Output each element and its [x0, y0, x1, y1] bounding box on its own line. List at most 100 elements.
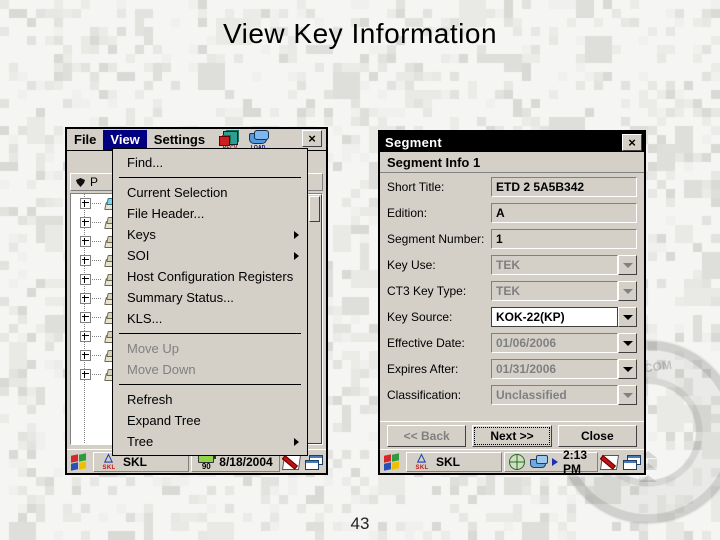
field-effective-date: Effective Date: 01/06/2006	[387, 333, 637, 353]
expander-icon[interactable]	[80, 217, 91, 228]
menu-item-keys-label: Keys	[127, 227, 156, 242]
menu-separator	[119, 177, 301, 178]
page-title: View Key Information	[222, 18, 498, 49]
globe-icon	[509, 453, 525, 470]
menu-item-file-header[interactable]: File Header...	[113, 203, 307, 224]
field-key-use: Key Use: TEK	[387, 255, 637, 275]
menu-item-expand-tree[interactable]: Expand Tree	[113, 410, 307, 431]
segment-titlebar: Segment ×	[380, 132, 644, 152]
menu-item-move-down: Move Down	[127, 362, 196, 377]
close-button[interactable]: Close	[557, 424, 637, 447]
chevron-right-icon	[294, 437, 299, 446]
next-button[interactable]: Next >>	[472, 424, 552, 447]
view-dropdown-menu[interactable]: Find... Current Selection File Header...…	[112, 148, 308, 456]
menu-item-keys[interactable]: Keys	[113, 224, 307, 245]
menu-view[interactable]: View	[103, 129, 147, 150]
menu-item-soi-label: SOI	[127, 248, 150, 263]
taskbar-app-skl[interactable]: △ SKL SKL	[406, 451, 502, 472]
close-icon[interactable]: ×	[622, 133, 642, 151]
scrollbar-thumb[interactable]	[309, 196, 320, 222]
taskbar-time: 2:13 PM	[563, 447, 588, 476]
taskbar-app-label: SKL	[123, 454, 147, 469]
taskbar-app-label: SKL	[436, 454, 460, 469]
menu-item-refresh[interactable]: Refresh	[113, 389, 307, 410]
toolbar-icon-group: RECV LOAD	[218, 129, 270, 151]
field-key-source: Key Source: KOK-22(KP)	[387, 307, 637, 327]
expander-icon[interactable]	[80, 293, 91, 304]
menu-item-soi[interactable]: SOI	[113, 245, 307, 266]
chevron-right-icon	[294, 230, 299, 239]
menu-file[interactable]: File	[67, 130, 103, 150]
edition-input[interactable]: A	[491, 203, 637, 223]
page-number: 43	[350, 514, 370, 533]
menu-item-find[interactable]: Find...	[113, 152, 307, 173]
slide-root: DX.COM View Key Information 43 File View…	[0, 0, 720, 540]
field-segment-number: Segment Number: 1	[387, 229, 637, 249]
key-source-select-value[interactable]: KOK-22(KP)	[491, 307, 618, 327]
menu-settings[interactable]: Settings	[147, 130, 212, 150]
expander-icon[interactable]	[80, 350, 91, 361]
expander-icon[interactable]	[80, 331, 91, 342]
start-button[interactable]	[69, 452, 91, 472]
chevron-down-icon	[618, 255, 637, 275]
chevron-down-icon[interactable]	[618, 307, 637, 327]
taskbar-date: 8/18/2004	[219, 454, 273, 469]
effective-date-value: 01/06/2006	[491, 333, 618, 353]
field-ct3-key-type: CT3 Key Type: TEK	[387, 281, 637, 301]
menu-item-kls[interactable]: KLS...	[113, 308, 307, 329]
window-switch-icon[interactable]	[622, 453, 642, 471]
expander-icon[interactable]	[80, 312, 91, 323]
menu-separator	[119, 384, 301, 385]
menu-item-tree-label: Tree	[127, 434, 154, 449]
field-label: Expires After:	[387, 362, 459, 376]
bat-glyph-icon	[75, 177, 86, 188]
menu-item-move-up: Move Up	[127, 341, 180, 356]
short-title-input[interactable]: ETD 2 5A5B342	[491, 177, 637, 197]
expander-icon[interactable]	[80, 198, 91, 209]
segment-button-row: << Back Next >> Close	[380, 421, 644, 449]
expander-icon[interactable]	[80, 274, 91, 285]
right-system-tray[interactable]: 2:13 PM	[504, 448, 598, 476]
stylus-icon[interactable]	[599, 453, 620, 471]
right-taskbar: △ SKL SKL 2:13 PM	[380, 448, 644, 476]
start-button[interactable]	[382, 452, 404, 472]
vertical-scrollbar[interactable]	[307, 194, 322, 444]
chevron-down-icon	[618, 281, 637, 301]
field-edition: Edition: A	[387, 203, 637, 223]
menu-item-current-selection[interactable]: Current Selection	[113, 182, 307, 203]
expander-icon[interactable]	[80, 369, 91, 380]
menu-item-host-configuration-registers[interactable]: Host Configuration Registers	[113, 266, 307, 287]
field-label: Key Use:	[387, 258, 436, 272]
expander-icon[interactable]	[80, 255, 91, 266]
field-label: CT3 Key Type:	[387, 284, 467, 298]
chevron-right-icon	[294, 251, 299, 260]
field-label: Effective Date:	[387, 336, 465, 350]
segment-form: Short Title: ETD 2 5A5B342 Edition: A Se…	[380, 173, 644, 449]
key-use-select-value: TEK	[491, 255, 618, 275]
segment-dialog: Segment × Segment Info 1 Short Title: ET…	[378, 130, 646, 476]
ct3-key-type-select-value: TEK	[491, 281, 618, 301]
field-label: Short Title:	[387, 180, 445, 194]
expander-icon[interactable]	[80, 236, 91, 247]
menu-item-summary-status[interactable]: Summary Status...	[113, 287, 307, 308]
segment-title: Segment	[385, 134, 443, 150]
classification-value: Unclassified	[491, 385, 618, 405]
chevron-down-icon	[618, 333, 637, 353]
field-label: Classification:	[387, 388, 462, 402]
network-icon	[530, 455, 548, 468]
load-icon[interactable]: LOAD	[246, 129, 270, 151]
close-icon[interactable]: ×	[302, 130, 322, 147]
field-classification: Classification: Unclassified	[387, 385, 637, 405]
skl-icon: △ SKL	[415, 451, 429, 471]
chevron-down-icon	[618, 359, 637, 379]
field-short-title: Short Title: ETD 2 5A5B342	[387, 177, 637, 197]
field-label: Key Source:	[387, 310, 453, 324]
menu-separator	[119, 333, 301, 334]
recv-icon[interactable]: RECV	[218, 130, 242, 151]
segment-number-input[interactable]: 1	[491, 229, 637, 249]
field-label: Segment Number:	[387, 232, 485, 246]
field-expires-after: Expires After: 01/31/2006	[387, 359, 637, 379]
menu-item-tree[interactable]: Tree	[113, 431, 307, 452]
battery-level: 90	[201, 461, 211, 471]
play-icon	[552, 457, 558, 466]
